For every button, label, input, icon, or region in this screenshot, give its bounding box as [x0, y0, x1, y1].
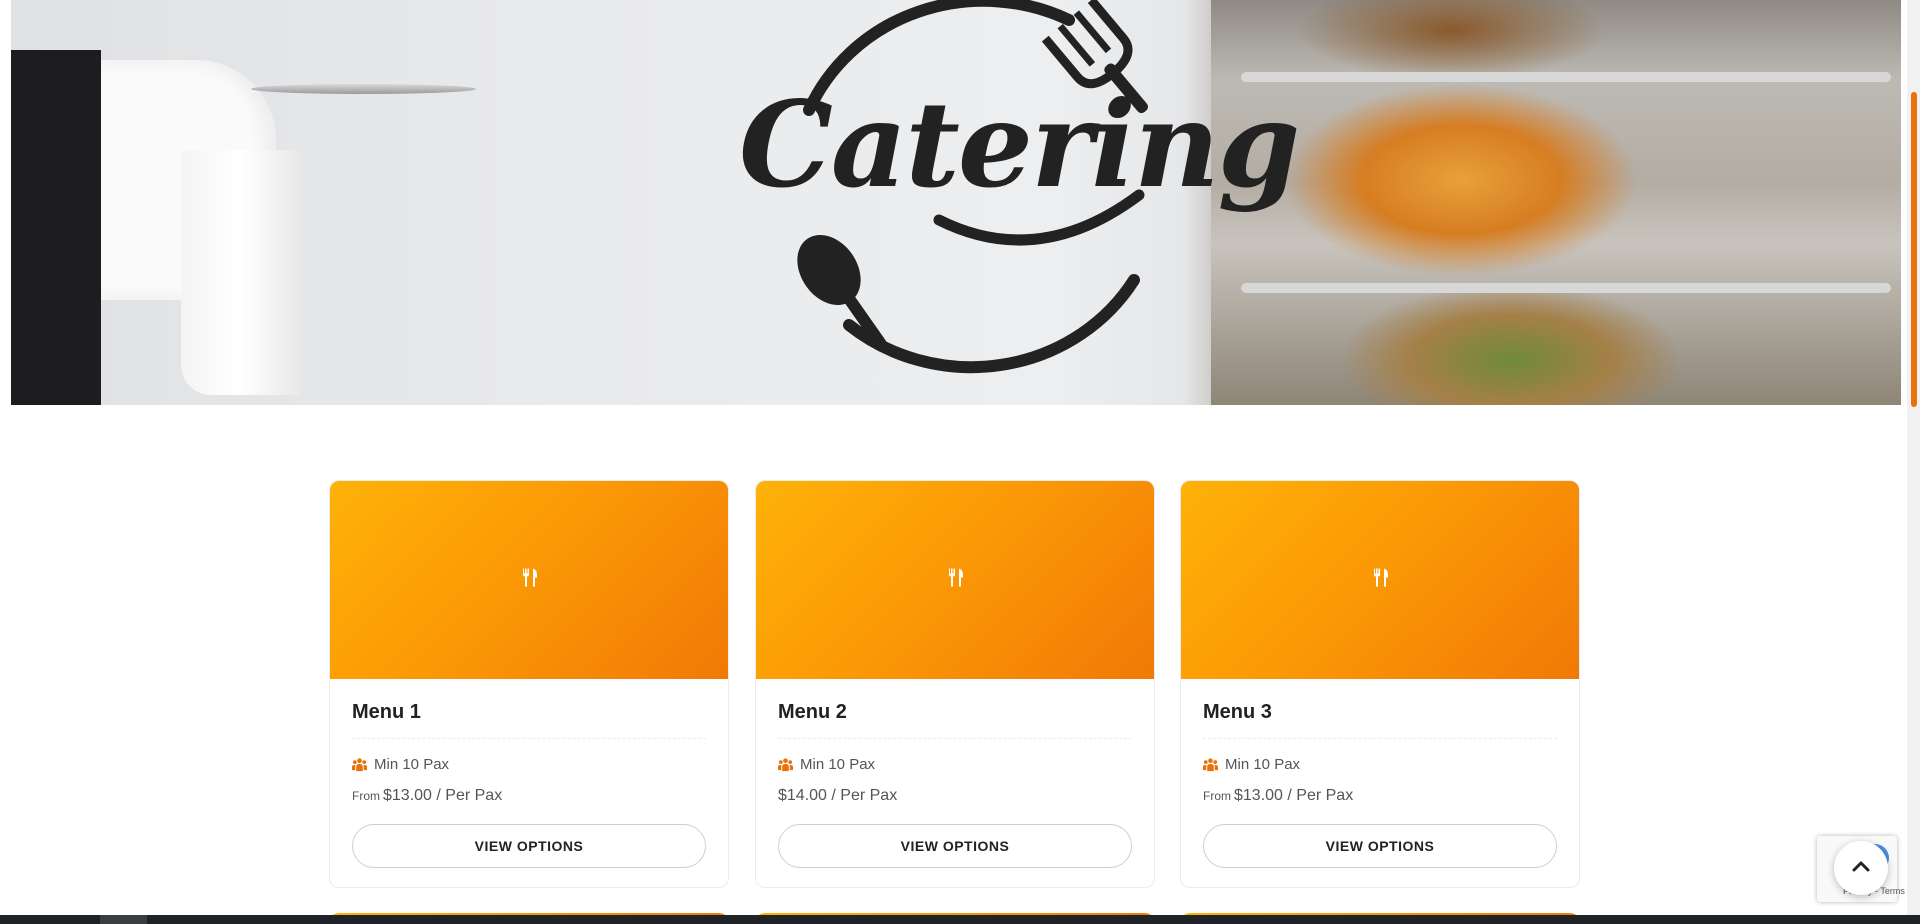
- menu-min-pax-label: Min 10 Pax: [374, 756, 450, 773]
- logo-text: Catering: [739, 75, 1300, 214]
- waiter-vest-image: [11, 50, 101, 405]
- menu-card: Menu 1 Min 10 Pax From $13.00 / Per Pax V…: [329, 480, 729, 888]
- chafing-dish-edge: [1241, 72, 1891, 82]
- waiter-towel-image: [181, 150, 301, 395]
- menu-price: $14.00 / Per Pax: [778, 787, 1132, 805]
- menu-card-banner: [756, 481, 1154, 679]
- buffet-food-image: [1211, 0, 1901, 405]
- menu-card-banner: [1181, 481, 1579, 679]
- taskbar-segment: [100, 915, 147, 924]
- catering-logo: Catering: [739, 0, 1300, 380]
- view-options-button[interactable]: VIEW OPTIONS: [352, 824, 706, 868]
- menu-card-banner: [330, 481, 728, 679]
- menu-card: Menu 2 Min 10 Pax $14.00 / Per Pax VIEW …: [755, 480, 1155, 888]
- chafing-dish-edge: [1241, 283, 1891, 293]
- menu-price: From $13.00 / Per Pax: [352, 787, 706, 805]
- view-options-button[interactable]: VIEW OPTIONS: [778, 824, 1132, 868]
- menu-min-pax: Min 10 Pax: [1203, 756, 1557, 773]
- menu-title: Menu 1: [352, 701, 706, 739]
- scrollbar-thumb[interactable]: [1911, 92, 1917, 407]
- menu-price-value: $13.00 / Per Pax: [383, 787, 503, 804]
- taskbar-strip: [0, 915, 1920, 924]
- silver-tray-image: [251, 84, 476, 94]
- fork-knife-icon: [945, 568, 965, 593]
- page-scrollbar[interactable]: [1907, 0, 1920, 915]
- menu-price: From $13.00 / Per Pax: [1203, 787, 1557, 805]
- menu-title: Menu 3: [1203, 701, 1557, 739]
- group-icon: [352, 757, 367, 772]
- scroll-to-top-button[interactable]: [1834, 841, 1888, 895]
- group-icon: [1203, 757, 1218, 772]
- menu-min-pax: Min 10 Pax: [778, 756, 1132, 773]
- menu-price-prefix: From: [1203, 789, 1231, 803]
- menu-price-value: $13.00 / Per Pax: [1234, 787, 1354, 804]
- menu-min-pax: Min 10 Pax: [352, 756, 706, 773]
- menu-min-pax-label: Min 10 Pax: [1225, 756, 1301, 773]
- chevron-up-icon: [1850, 855, 1872, 882]
- group-icon: [778, 757, 793, 772]
- menu-price-prefix: From: [352, 789, 380, 803]
- menu-min-pax-label: Min 10 Pax: [800, 756, 876, 773]
- hero-banner: Catering: [11, 0, 1901, 405]
- fork-knife-icon: [1370, 568, 1390, 593]
- menu-price-value: $14.00 / Per Pax: [778, 787, 898, 804]
- menu-card: Menu 3 Min 10 Pax From $13.00 / Per Pax V…: [1180, 480, 1580, 888]
- fork-knife-icon: [519, 568, 539, 593]
- view-options-button[interactable]: VIEW OPTIONS: [1203, 824, 1557, 868]
- menu-title: Menu 2: [778, 701, 1132, 739]
